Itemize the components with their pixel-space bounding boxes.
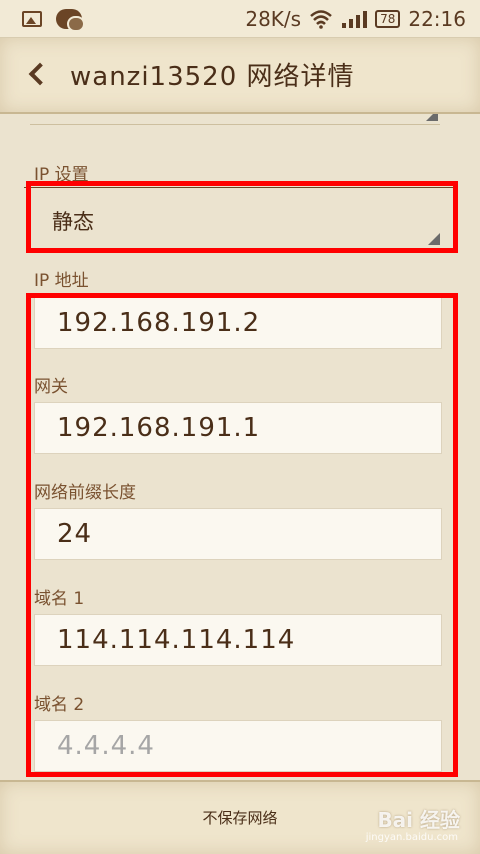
status-indicators: 28K/s 78 22:16	[245, 7, 466, 31]
dns1-input[interactable]: 114.114.114.114	[34, 614, 442, 666]
page-title: wanzi13520 网络详情	[70, 62, 355, 92]
dns1-label: 域名 1	[34, 589, 85, 609]
wechat-notification-icon	[56, 9, 85, 32]
clock: 22:16	[408, 7, 466, 31]
gateway-input[interactable]: 192.168.191.1	[34, 402, 442, 454]
battery-icon: 78	[375, 10, 401, 28]
network-speed: 28K/s	[245, 7, 302, 31]
dns2-label: 域名 2	[34, 695, 85, 715]
prefix-length-label: 网络前缀长度	[34, 483, 136, 503]
signal-icon	[342, 11, 368, 28]
ip-address-input[interactable]: 192.168.191.2	[34, 297, 442, 349]
title-bar: wanzi13520 网络详情	[0, 38, 480, 114]
image-notification-icon	[22, 11, 42, 27]
wifi-icon	[310, 10, 332, 29]
back-arrow-icon[interactable]	[22, 60, 52, 90]
divider	[24, 187, 456, 188]
network-details-form[interactable]: IP 设置 静态 IP 地址 192.168.191.2 网关 192.168.…	[0, 114, 480, 780]
ip-settings-spinner[interactable]: 静态	[34, 192, 442, 248]
baidu-watermark-logo: Bai 经验	[377, 808, 460, 832]
ip-settings-label: IP 设置	[34, 165, 89, 185]
prefix-length-input[interactable]: 24	[34, 508, 442, 560]
baidu-watermark-url: jingyan.baidu.com	[365, 832, 458, 843]
status-bar: 28K/s 78 22:16	[0, 0, 480, 38]
proxy-spinner[interactable]	[30, 114, 440, 125]
notification-icons	[22, 9, 85, 32]
bottom-bar: 不保存网络 Bai 经验 jingyan.baidu.com	[0, 780, 480, 854]
dropdown-triangle-icon	[428, 233, 440, 245]
dns2-input[interactable]: 4.4.4.4	[34, 720, 442, 772]
gateway-label: 网关	[34, 377, 68, 397]
ip-settings-value: 静态	[52, 210, 94, 234]
ip-address-label: IP 地址	[34, 271, 89, 291]
dropdown-triangle-icon	[426, 114, 438, 121]
